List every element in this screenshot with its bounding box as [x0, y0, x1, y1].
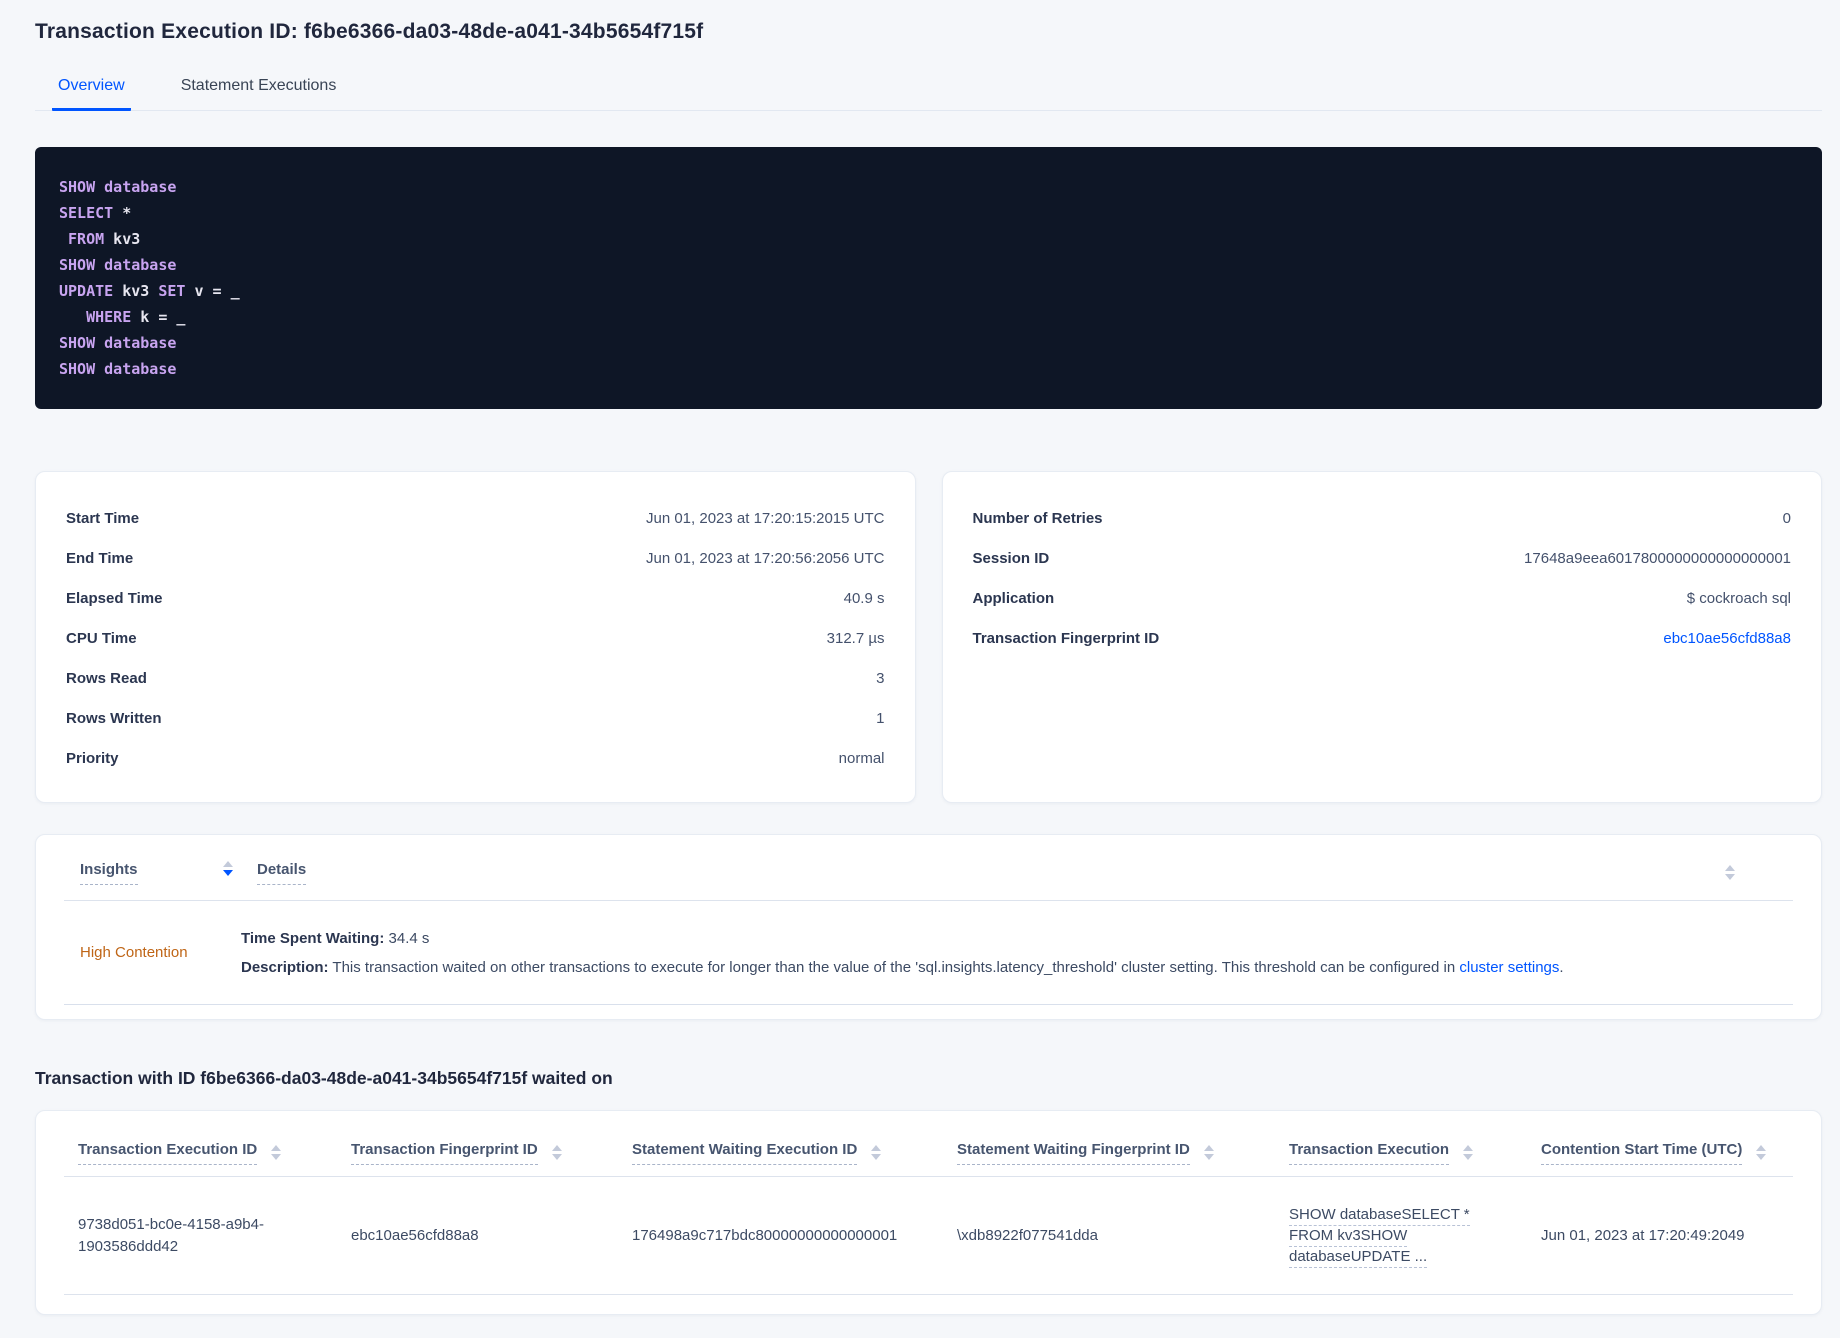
- column-header-label[interactable]: Statement Waiting Fingerprint ID: [957, 1141, 1190, 1165]
- tab-overview[interactable]: Overview: [52, 71, 131, 111]
- insight-description: Description: This transaction waited on …: [241, 958, 1564, 976]
- insights-table-card: Insights Details High Contention Time Sp…: [35, 834, 1822, 1020]
- detail-label: Number of Retries: [972, 509, 1103, 527]
- detail-value: 312.7 µs: [826, 629, 885, 647]
- sort-arrows-icon: [1463, 1145, 1474, 1160]
- tab-statement-executions[interactable]: Statement Executions: [175, 71, 343, 111]
- detail-value: $ cockroach sql: [1686, 589, 1791, 607]
- detail-label: CPU Time: [66, 629, 137, 647]
- column-header-statement-waiting-fingerprint-id[interactable]: Statement Waiting Fingerprint ID: [957, 1141, 1289, 1165]
- detail-value: 40.9 s: [843, 589, 885, 607]
- detail-value: normal: [838, 749, 885, 767]
- column-header-label[interactable]: Statement Waiting Execution ID: [632, 1141, 858, 1165]
- column-header-label[interactable]: Transaction Execution ID: [78, 1141, 258, 1165]
- detail-label: Start Time: [66, 509, 140, 527]
- insights-table-header: Insights Details: [64, 835, 1793, 885]
- detail-label: Elapsed Time: [66, 589, 163, 607]
- column-header-label[interactable]: Contention Start Time (UTC): [1541, 1141, 1743, 1165]
- detail-label: End Time: [66, 549, 134, 567]
- detail-value: 3: [876, 669, 885, 687]
- detail-row: Elapsed Time 40.9 s: [66, 578, 885, 618]
- insights-column-header[interactable]: Insights: [80, 861, 257, 885]
- cell-transaction-execution-id: 9738d051-bc0e-4158-a9b4-1903586ddd42: [78, 1215, 264, 1255]
- detail-row: CPU Time 312.7 µs: [66, 618, 885, 658]
- session-details-card: Number of Retries 0 Session ID 17648a9eea60…: [941, 471, 1822, 803]
- waited-on-table-row: 9738d051-bc0e-4158-a9b4-1903586ddd42 ebc…: [64, 1177, 1793, 1295]
- fingerprint-id-link[interactable]: ebc10ae56cfd88a8: [1663, 630, 1791, 647]
- detail-row: Transaction Fingerprint ID ebc10ae56cfd88…: [973, 618, 1792, 658]
- detail-label: Priority: [66, 749, 119, 767]
- sql-line: SHOW database: [59, 334, 177, 352]
- page-content: Transaction Execution ID: f6be6366-da03-…: [0, 20, 1840, 1315]
- transaction-execution-link-line[interactable]: FROM kv3SHOW: [1289, 1225, 1513, 1247]
- detail-value: Jun 01, 2023 at 17:20:56:2056 UTC: [645, 549, 885, 567]
- detail-label: Rows Read: [66, 669, 147, 687]
- column-header-statement-waiting-execution-id[interactable]: Statement Waiting Execution ID: [632, 1141, 957, 1165]
- sort-arrows-icon: [223, 861, 233, 876]
- sql-line: SHOW database: [59, 360, 177, 378]
- sort-arrows-icon: [1203, 1145, 1214, 1160]
- insight-details: Time Spent Waiting: 34.4 s Description: …: [241, 930, 1793, 976]
- column-header-label[interactable]: Transaction Execution: [1289, 1141, 1450, 1165]
- sort-arrows-icon: [551, 1145, 562, 1160]
- sort-arrows-icon: [871, 1145, 882, 1160]
- sql-statement-box: SHOW database SELECT * FROM kv3 SHOW datab…: [35, 147, 1822, 409]
- cell-statement-waiting-execution-id: 176498a9c717bdc80000000000000001: [632, 1226, 898, 1244]
- column-header-transaction-execution-id[interactable]: Transaction Execution ID: [78, 1141, 351, 1165]
- insight-type-label: High Contention: [80, 944, 188, 961]
- sql-line: FROM kv3: [59, 230, 141, 248]
- detail-label: Transaction Fingerprint ID: [972, 629, 1160, 647]
- sort-arrows-icon: [1756, 1145, 1767, 1160]
- tab-bar: Overview Statement Executions: [35, 71, 1822, 111]
- transaction-execution-link-line[interactable]: databaseUPDATE ...: [1289, 1246, 1513, 1268]
- time-spent-waiting: Time Spent Waiting: 34.4 s: [241, 929, 430, 947]
- detail-row: Rows Read 3: [66, 658, 885, 698]
- details-column-label[interactable]: Details: [257, 861, 307, 885]
- waited-on-heading: Transaction with ID f6be6366-da03-48de-a…: [35, 1068, 613, 1088]
- transaction-execution-link-line[interactable]: SHOW databaseSELECT *: [1289, 1204, 1513, 1226]
- waited-on-table-card: Transaction Execution ID Transaction Fing…: [35, 1110, 1822, 1315]
- detail-value: Jun 01, 2023 at 17:20:15:2015 UTC: [645, 509, 885, 527]
- detail-row: Number of Retries 0: [973, 498, 1792, 538]
- transaction-execution-link[interactable]: SHOW databaseSELECT * FROM kv3SHOW databas…: [1289, 1204, 1541, 1268]
- detail-row: Rows Written 1: [66, 698, 885, 738]
- column-header-transaction-fingerprint-id[interactable]: Transaction Fingerprint ID: [351, 1141, 632, 1165]
- sort-arrows-icon[interactable]: [1725, 865, 1735, 880]
- sql-line: SHOW database: [59, 256, 177, 274]
- detail-row: Application $ cockroach sql: [973, 578, 1792, 618]
- execution-details-card: Start Time Jun 01, 2023 at 17:20:15:2015 …: [35, 471, 916, 803]
- summary-cards: Start Time Jun 01, 2023 at 17:20:15:2015 …: [35, 471, 1822, 803]
- column-header-transaction-execution[interactable]: Transaction Execution: [1289, 1141, 1541, 1165]
- sort-arrows-icon: [271, 1145, 282, 1160]
- insight-row: High Contention Time Spent Waiting: 34.4…: [64, 901, 1793, 1005]
- detail-value: 17648a9eea6017800000000000000001: [1524, 549, 1791, 567]
- detail-label: Session ID: [972, 549, 1050, 567]
- detail-row: Session ID 17648a9eea60178000000000000000…: [973, 538, 1792, 578]
- detail-value: 0: [1782, 509, 1791, 527]
- sql-line: WHERE k = _: [59, 308, 186, 326]
- detail-label: Rows Written: [66, 709, 162, 727]
- detail-row: Start Time Jun 01, 2023 at 17:20:15:2015 …: [66, 498, 885, 538]
- page-title: Transaction Execution ID: f6be6366-da03-…: [35, 20, 704, 43]
- detail-row: Priority normal: [66, 738, 885, 778]
- cell-transaction-fingerprint-id: ebc10ae56cfd88a8: [351, 1226, 479, 1244]
- column-header-contention-start-time-utc-[interactable]: Contention Start Time (UTC): [1541, 1141, 1793, 1165]
- insights-column-label[interactable]: Insights: [80, 861, 138, 885]
- waited-on-table-header: Transaction Execution ID Transaction Fing…: [64, 1111, 1793, 1165]
- cell-contention-start-time: Jun 01, 2023 at 17:20:49:2049: [1541, 1226, 1745, 1244]
- detail-label: Application: [972, 589, 1055, 607]
- column-header-label[interactable]: Transaction Fingerprint ID: [351, 1141, 538, 1165]
- sql-line: SHOW database: [59, 178, 177, 196]
- detail-value: 1: [876, 709, 885, 727]
- cell-statement-waiting-fingerprint-id: \xdb8922f077541dda: [957, 1226, 1098, 1244]
- sql-line: UPDATE kv3 SET v = _: [59, 282, 240, 300]
- detail-row: End Time Jun 01, 2023 at 17:20:56:2056 UT…: [66, 538, 885, 578]
- details-column-header[interactable]: Details: [257, 861, 307, 885]
- cluster-settings-link[interactable]: cluster settings: [1459, 959, 1559, 976]
- sql-line: SELECT *: [59, 204, 132, 222]
